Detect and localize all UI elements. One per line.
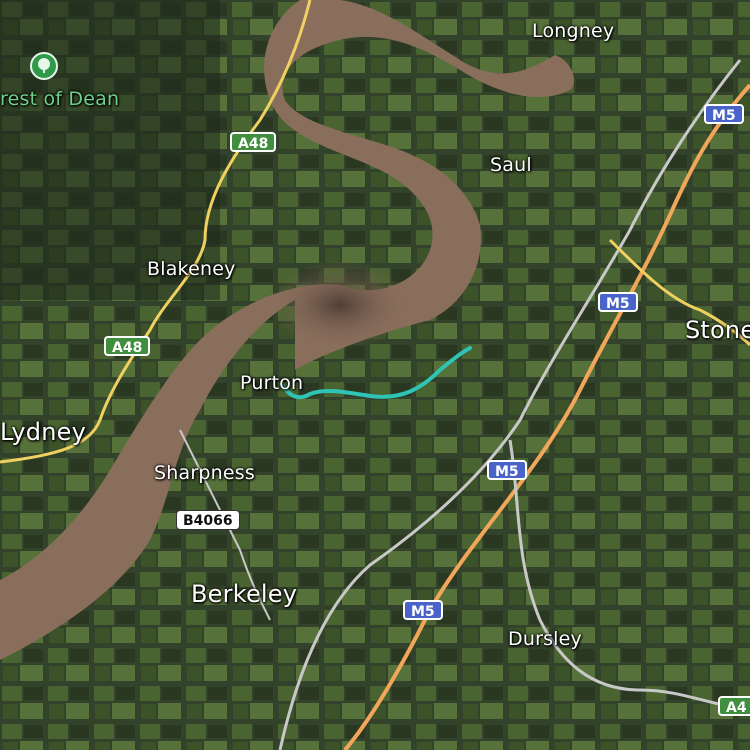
a48-shield-left[interactable]: A48 [104,336,151,356]
map-canvas[interactable]: rest of Dean Longney Saul Blakeney Stone… [0,0,750,750]
place-longney[interactable]: Longney [532,20,614,42]
place-dursley[interactable]: Dursley [508,628,582,650]
river-deep-channel [270,260,410,350]
place-sharpness[interactable]: Sharpness [154,462,255,484]
place-lydney[interactable]: Lydney [0,418,86,446]
m5-shield-mid[interactable]: M5 [598,292,638,312]
map-base-layer [0,0,750,750]
tree-icon[interactable] [30,52,58,80]
tree-glyph [38,58,50,73]
place-purton[interactable]: Purton [240,372,303,394]
m5-shield-low[interactable]: M5 [487,460,527,480]
place-forest-of-dean[interactable]: rest of Dean [0,88,119,110]
place-stonehouse[interactable]: Stone [685,316,750,344]
a4-shield[interactable]: A4 [718,696,750,716]
m5-shield-bottom[interactable]: M5 [403,600,443,620]
forest-area [0,0,220,300]
m5-shield-top[interactable]: M5 [704,104,744,124]
place-saul[interactable]: Saul [490,154,532,176]
place-blakeney[interactable]: Blakeney [147,258,236,280]
place-berkeley[interactable]: Berkeley [191,580,297,608]
b4066-shield[interactable]: B4066 [176,510,240,530]
a48-shield-top[interactable]: A48 [230,132,277,152]
